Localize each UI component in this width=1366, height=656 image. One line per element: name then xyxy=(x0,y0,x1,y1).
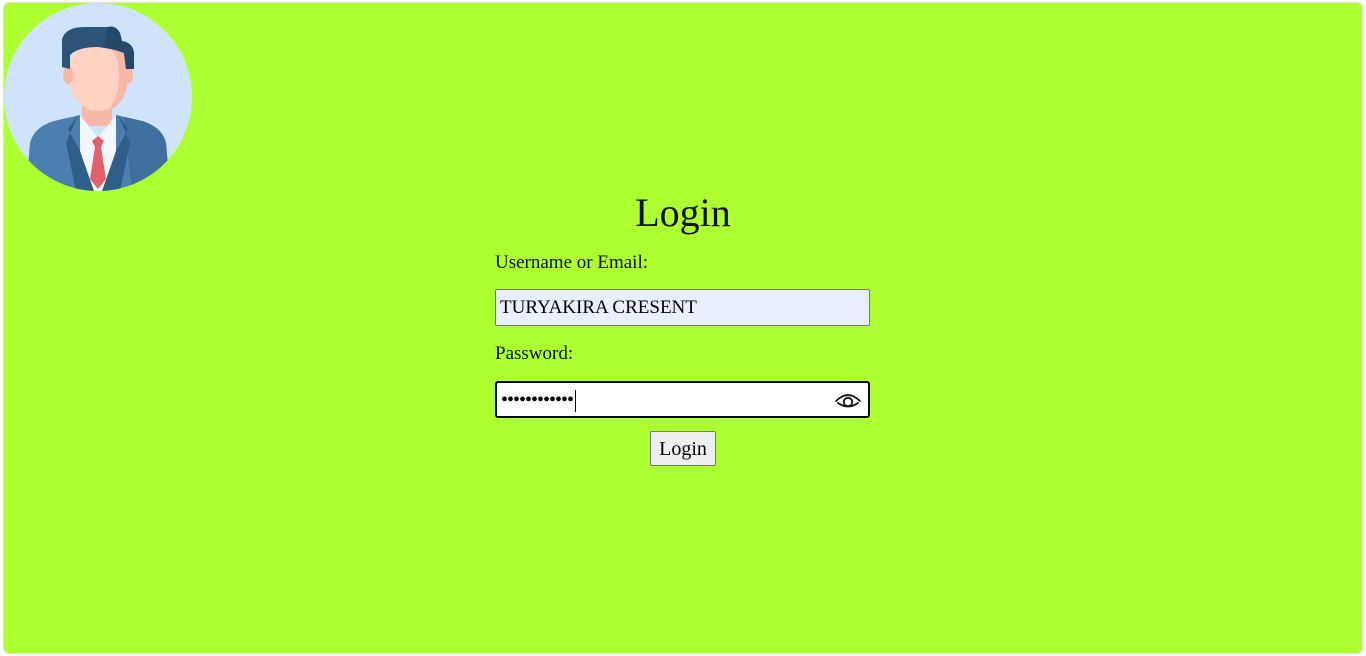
eye-icon[interactable] xyxy=(835,390,861,410)
login-title: Login xyxy=(635,190,731,235)
text-caret xyxy=(575,390,577,413)
password-value: •••••••••••• xyxy=(501,389,574,411)
username-label: Username or Email: xyxy=(495,252,649,273)
login-button[interactable]: Login xyxy=(650,431,716,466)
password-label: Password: xyxy=(495,343,574,364)
login-page: Login Username or Email: TURYAKIRA CRESE… xyxy=(4,3,1362,653)
username-value: TURYAKIRA CRESENT xyxy=(500,297,697,318)
username-input[interactable]: TURYAKIRA CRESENT xyxy=(495,289,870,326)
user-avatar-icon xyxy=(4,3,192,191)
password-input[interactable]: •••••••••••• xyxy=(495,381,870,418)
